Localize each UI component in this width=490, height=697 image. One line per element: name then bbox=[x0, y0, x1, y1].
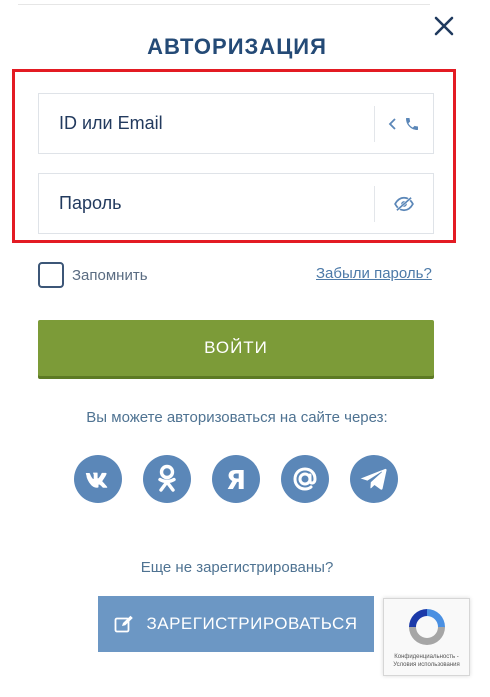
register-button[interactable]: ЗАРЕГИСТРИРОВАТЬСЯ bbox=[98, 596, 374, 652]
social-login-prompt: Вы можете авторизоваться на сайте через: bbox=[86, 409, 388, 426]
edit-icon bbox=[115, 615, 134, 633]
odnoklassniki-login-button[interactable] bbox=[143, 455, 191, 503]
social-login-row: Я bbox=[74, 455, 398, 503]
vk-icon bbox=[85, 472, 108, 488]
chevron-left-icon bbox=[388, 117, 396, 130]
id-email-field[interactable] bbox=[38, 93, 434, 154]
recaptcha-text: Конфиденциальность - Условия использован… bbox=[393, 654, 460, 668]
password-input[interactable] bbox=[39, 174, 374, 233]
recaptcha-icon bbox=[408, 609, 445, 645]
login-button[interactable]: ВОЙТИ bbox=[38, 320, 434, 376]
show-password-toggle[interactable] bbox=[375, 174, 433, 233]
vk-login-button[interactable] bbox=[74, 455, 122, 503]
telegram-icon bbox=[360, 468, 387, 490]
phone-icon bbox=[406, 117, 418, 130]
password-field[interactable] bbox=[38, 173, 434, 234]
remember-checkbox[interactable] bbox=[38, 262, 64, 288]
telegram-login-button[interactable] bbox=[350, 455, 398, 503]
id-email-input[interactable] bbox=[39, 94, 374, 153]
login-type-toggle[interactable] bbox=[375, 94, 433, 153]
remember-label: Запомнить bbox=[72, 266, 148, 284]
remember-me[interactable]: Запомнить bbox=[38, 262, 148, 288]
top-divider bbox=[18, 4, 430, 5]
yandex-icon: Я bbox=[226, 466, 246, 493]
register-button-label: ЗАРЕГИСТРИРОВАТЬСЯ bbox=[146, 614, 358, 633]
email-at-icon bbox=[293, 467, 317, 491]
odnoklassniki-icon bbox=[158, 464, 176, 492]
yandex-login-button[interactable]: Я bbox=[212, 455, 260, 503]
forgot-password-link[interactable]: Забыли пароль? bbox=[316, 265, 432, 282]
email-login-button[interactable] bbox=[281, 455, 329, 503]
recaptcha-badge[interactable]: Конфиденциальность - Условия использован… bbox=[383, 598, 470, 676]
page-title: АВТОРИЗАЦИЯ bbox=[147, 34, 327, 59]
eye-slash-icon bbox=[394, 196, 414, 211]
svg-text:Я: Я bbox=[226, 466, 246, 493]
not-registered-prompt: Еще не зарегистрированы? bbox=[140, 559, 334, 576]
